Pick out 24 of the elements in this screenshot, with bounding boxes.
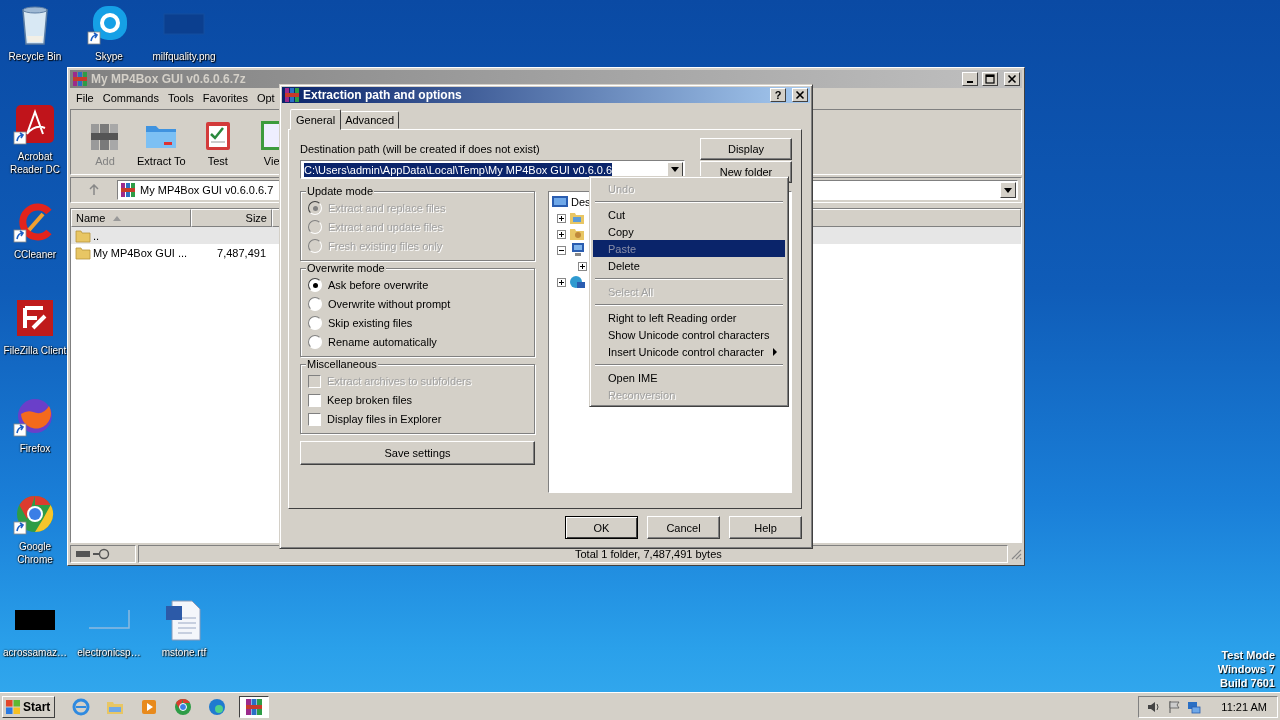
desktop-icon-label: Google Chrome bbox=[16, 540, 54, 566]
file-size: 7,487,491 bbox=[217, 246, 266, 259]
desktop-icon-label: Firefox bbox=[18, 442, 52, 455]
desktop-icon-label: Acrobat Reader DC bbox=[9, 150, 61, 176]
group-title: Miscellaneous bbox=[306, 358, 378, 370]
desktop-icon-label: Skype bbox=[94, 50, 124, 63]
window-title: My MP4Box GUI v0.6.0.6.7z bbox=[91, 72, 246, 86]
desktop-icon-label: mstone.rtf bbox=[160, 646, 208, 659]
file-name: My MP4Box GUI ... bbox=[93, 246, 188, 259]
desktop-icon-label: electronicsp… bbox=[76, 646, 142, 659]
status-text: Total 1 folder, 7,487,491 bytes bbox=[575, 548, 722, 560]
desktop-icon-label: acrossamaz… bbox=[2, 646, 68, 659]
group-title: Update mode bbox=[306, 185, 375, 197]
desktop-icon-label: Recycle Bin bbox=[7, 50, 63, 63]
desktop-icon-label: FileZilla Client bbox=[2, 344, 68, 357]
window-title: Extraction path and options bbox=[303, 88, 462, 102]
watermark-text: Windows 7 bbox=[1217, 662, 1275, 676]
watermark-text: Test Mode bbox=[1221, 648, 1275, 662]
watermark-text: Build 7601 bbox=[1219, 676, 1275, 690]
file-name: .. bbox=[93, 229, 100, 242]
desktop-icon-label: milfquality.png bbox=[151, 50, 217, 63]
group-title: Overwrite mode bbox=[306, 262, 386, 274]
field-label: Destination path (will be created if does not exist) bbox=[300, 143, 541, 155]
desktop-icon-label: CCleaner bbox=[12, 248, 58, 261]
